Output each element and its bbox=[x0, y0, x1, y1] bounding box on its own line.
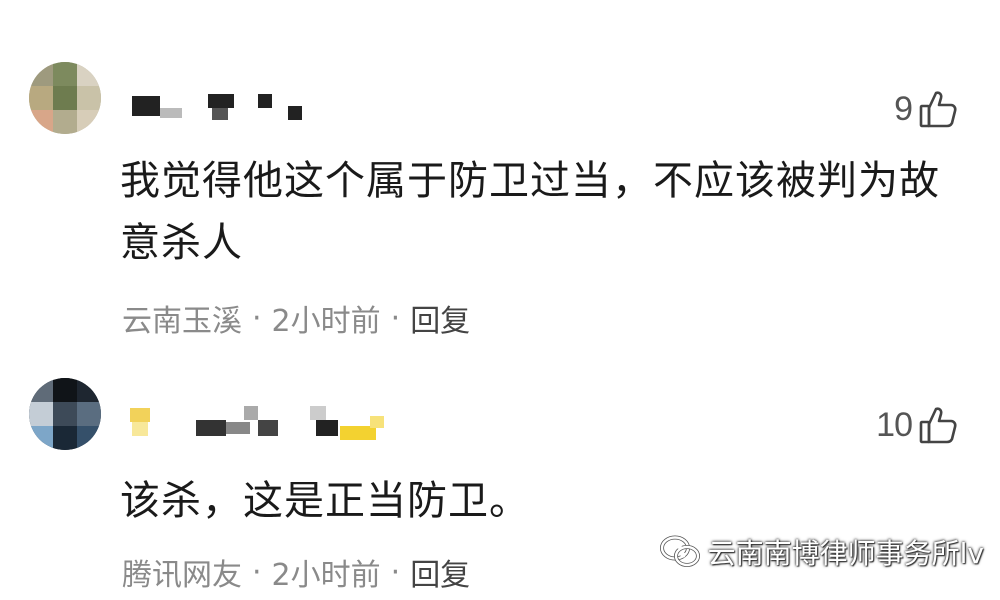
comment-meta: 腾讯网友 · 2小时前 · 回复 bbox=[122, 550, 470, 594]
thumbs-up-icon[interactable] bbox=[918, 405, 958, 445]
separator-dot: · bbox=[252, 554, 262, 590]
separator-dot: · bbox=[390, 300, 401, 336]
watermark: 云南南博律师事务所lv bbox=[659, 532, 984, 572]
comment-text: 我觉得他这个属于防卫过当，不应该被判为故意杀人 bbox=[120, 158, 940, 266]
watermark-text: 云南南博律师事务所lv bbox=[707, 537, 984, 570]
comment-time: 2小时前 bbox=[271, 558, 381, 593]
like-count: 10 bbox=[876, 405, 913, 444]
avatar[interactable] bbox=[29, 62, 101, 134]
reply-button[interactable]: 回复 bbox=[410, 550, 470, 594]
comment-time: 2小时前 bbox=[271, 304, 381, 339]
like-count: 9 bbox=[894, 89, 913, 128]
username-pixelated[interactable] bbox=[126, 402, 426, 440]
wechat-icon bbox=[659, 535, 700, 569]
separator-dot: · bbox=[390, 554, 401, 590]
comment-location: 腾讯网友 bbox=[122, 558, 242, 593]
comment-location: 云南玉溪 bbox=[122, 304, 242, 339]
username-pixelated[interactable] bbox=[126, 86, 426, 122]
separator-dot: · bbox=[252, 300, 262, 336]
comment-item: 9 我觉得他这个属于防卫过当，不应该被判为故意杀人 云南玉溪 · 2小时前 · … bbox=[0, 62, 1000, 352]
like-button[interactable]: 10 bbox=[876, 400, 958, 450]
thumbs-up-icon[interactable] bbox=[918, 89, 958, 129]
comment-text: 该杀，这是正当防卫。 bbox=[120, 478, 530, 524]
reply-button[interactable]: 回复 bbox=[410, 296, 470, 340]
like-button[interactable]: 9 bbox=[894, 84, 958, 134]
avatar[interactable] bbox=[29, 378, 101, 450]
comment-meta: 云南玉溪 · 2小时前 · 回复 bbox=[122, 296, 470, 340]
